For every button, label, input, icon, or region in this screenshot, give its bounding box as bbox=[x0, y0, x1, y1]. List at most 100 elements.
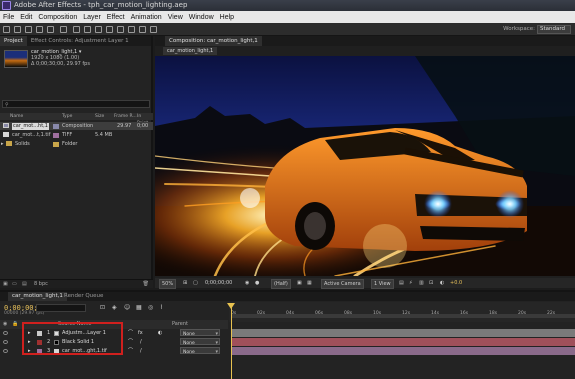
car-light-streak-render bbox=[155, 56, 575, 276]
work-area-bar[interactable] bbox=[231, 314, 575, 318]
tab-project[interactable]: Project bbox=[0, 36, 27, 46]
parent-dropdown[interactable]: None bbox=[180, 338, 220, 348]
parent-dropdown[interactable]: None bbox=[180, 347, 220, 357]
tab-composition[interactable]: Composition: car_motion_light,1 bbox=[165, 36, 262, 46]
flowchart-icon[interactable]: ⊡ bbox=[429, 279, 433, 287]
layer-duration-bar[interactable] bbox=[231, 329, 575, 337]
view-layout-dropdown[interactable]: 1 View bbox=[371, 279, 394, 289]
selection-tool-icon[interactable] bbox=[3, 26, 10, 33]
composition-viewer[interactable] bbox=[155, 56, 575, 276]
col-type[interactable]: Type bbox=[62, 113, 72, 120]
current-time-indicator[interactable] bbox=[231, 306, 232, 379]
item-duration: Δ 0;00;30;00, 29.97 fps bbox=[31, 61, 90, 67]
draft-3d-icon[interactable]: ◈ bbox=[112, 304, 117, 311]
list-item[interactable]: ▸ Solids Folder bbox=[0, 140, 153, 148]
graph-editor-icon[interactable]: ⌇ bbox=[160, 304, 163, 311]
shy-layers-icon[interactable]: ☺ bbox=[124, 304, 130, 311]
image-file-icon bbox=[3, 132, 9, 137]
expand-triangle-icon[interactable]: ▸ bbox=[1, 140, 4, 148]
adjustment-switch-icon[interactable]: ◐ bbox=[158, 329, 162, 338]
menu-help[interactable]: Help bbox=[220, 14, 234, 21]
list-item[interactable]: car_mot...t,1.tif TIFF 5.4 MB bbox=[0, 131, 153, 139]
time-ruler[interactable]: 0s 02s 04s 06s 08s 10s 12s 14s 16s 18s 2… bbox=[229, 302, 575, 322]
viewer-controls: 50% ⊞ ▢ 0;00;00;00 ◉ ● (Half) ▣ ▦ Active… bbox=[155, 278, 575, 289]
menu-view[interactable]: View bbox=[168, 14, 183, 21]
new-composition-icon[interactable]: ▤ bbox=[22, 281, 27, 287]
fast-preview-icon[interactable]: ⚡ bbox=[409, 279, 413, 287]
menu-edit[interactable]: Edit bbox=[20, 14, 32, 21]
pan-behind-tool-icon[interactable] bbox=[60, 26, 67, 33]
eraser-tool-icon[interactable] bbox=[128, 26, 135, 33]
bpc-toggle[interactable]: 8 bpc bbox=[34, 281, 48, 287]
col-name[interactable]: Name bbox=[10, 113, 23, 120]
lock-icon[interactable]: 🔒 bbox=[12, 320, 18, 329]
new-folder-icon[interactable]: ▭ bbox=[12, 281, 17, 287]
camera-dropdown[interactable]: Active Camera bbox=[321, 279, 364, 289]
region-of-interest-icon[interactable]: ▣ bbox=[297, 279, 302, 287]
visibility-eye-icon[interactable] bbox=[3, 349, 8, 353]
fx-switch-icon[interactable]: fx bbox=[138, 329, 143, 338]
rectangle-tool-icon[interactable] bbox=[73, 26, 80, 33]
camera-tool-icon[interactable] bbox=[47, 26, 54, 33]
transparency-grid-icon[interactable]: ▦ bbox=[307, 279, 312, 287]
rotate-tool-icon[interactable] bbox=[36, 26, 43, 33]
hand-tool-icon[interactable] bbox=[14, 26, 21, 33]
menu-animation[interactable]: Animation bbox=[131, 14, 162, 21]
project-search-input[interactable]: ⚲ bbox=[2, 100, 150, 108]
col-parent[interactable]: Parent bbox=[172, 320, 188, 329]
shy-switch-icon[interactable]: ⌒ bbox=[128, 347, 133, 356]
show-channel-icon[interactable]: ● bbox=[255, 279, 259, 287]
quality-switch-icon[interactable]: / bbox=[140, 347, 142, 356]
tab-render-queue[interactable]: Render Queue bbox=[60, 292, 107, 301]
folder-icon bbox=[6, 141, 12, 146]
col-frame-rate[interactable]: Frame R... bbox=[114, 113, 137, 120]
project-panel: Project Effect Controls: Adjustment Laye… bbox=[0, 36, 153, 288]
timeline-icon[interactable]: ▥ bbox=[419, 279, 424, 287]
menu-window[interactable]: Window bbox=[189, 14, 214, 21]
menu-composition[interactable]: Composition bbox=[38, 14, 77, 21]
comp-mini-flowchart-icon[interactable]: ⊡ bbox=[100, 304, 105, 311]
col-size[interactable]: Size bbox=[95, 113, 104, 120]
workspace-dropdown[interactable]: Standard bbox=[537, 25, 571, 34]
visibility-eye-icon[interactable] bbox=[3, 340, 8, 344]
pixel-aspect-icon[interactable]: ▤ bbox=[399, 279, 404, 287]
brush-tool-icon[interactable] bbox=[106, 26, 113, 33]
motion-blur-icon[interactable]: ◎ bbox=[148, 304, 153, 311]
list-item[interactable]: car_mot...ht,1 Composition 29.97 0;00 bbox=[0, 122, 153, 130]
interpret-footage-icon[interactable]: ▣ bbox=[3, 281, 8, 287]
clone-stamp-tool-icon[interactable] bbox=[117, 26, 124, 33]
trash-icon[interactable]: 🗑 bbox=[143, 281, 149, 287]
parent-dropdown[interactable]: None bbox=[180, 329, 220, 339]
frame-blending-icon[interactable]: ▦ bbox=[136, 304, 142, 311]
visibility-eye-icon[interactable] bbox=[3, 331, 8, 335]
resolution-dropdown[interactable]: (Half) bbox=[271, 279, 291, 289]
reset-exposure-icon[interactable]: ◐ bbox=[440, 279, 444, 287]
menu-layer[interactable]: Layer bbox=[83, 14, 101, 21]
tab-effect-controls[interactable]: Effect Controls: Adjustment Layer 1 bbox=[27, 36, 133, 46]
tab-timeline-comp[interactable]: car_motion_light,1 bbox=[8, 292, 67, 301]
title-action-safe-icon[interactable]: ⊞ bbox=[183, 279, 187, 287]
pen-tool-icon[interactable] bbox=[84, 26, 91, 33]
roto-brush-tool-icon[interactable] bbox=[139, 26, 146, 33]
exposure-value[interactable]: +0.0 bbox=[450, 279, 462, 287]
tools-panel: Workspace: Standard bbox=[0, 23, 575, 36]
shy-switch-icon[interactable]: ⌒ bbox=[128, 338, 133, 347]
layer-duration-bar[interactable] bbox=[231, 338, 575, 346]
av-features-icon[interactable]: ◉ bbox=[3, 320, 7, 329]
project-footer: ▣ ▭ ▤ 8 bpc 🗑 bbox=[0, 279, 153, 288]
project-item-info: car_motion_light,1 ▾ 1920 x 1080 (1.00) … bbox=[31, 49, 90, 67]
timeline-search-input[interactable] bbox=[36, 304, 86, 312]
magnification-dropdown[interactable]: 50% bbox=[159, 279, 177, 289]
type-tool-icon[interactable] bbox=[95, 26, 102, 33]
snapshot-icon[interactable]: ◉ bbox=[245, 279, 249, 287]
comp-breadcrumb[interactable]: car_motion_light,1 bbox=[163, 47, 218, 55]
mask-visibility-icon[interactable]: ▢ bbox=[193, 279, 198, 287]
zoom-tool-icon[interactable] bbox=[25, 26, 32, 33]
puppet-tool-icon[interactable] bbox=[150, 26, 157, 33]
layer-duration-bar[interactable] bbox=[231, 347, 575, 355]
shy-switch-icon[interactable]: ⌒ bbox=[128, 329, 133, 338]
quality-switch-icon[interactable]: / bbox=[140, 338, 142, 347]
viewer-timecode[interactable]: 0;00;00;00 bbox=[205, 279, 232, 287]
menu-file[interactable]: File bbox=[3, 14, 14, 21]
menu-effect[interactable]: Effect bbox=[107, 14, 125, 21]
